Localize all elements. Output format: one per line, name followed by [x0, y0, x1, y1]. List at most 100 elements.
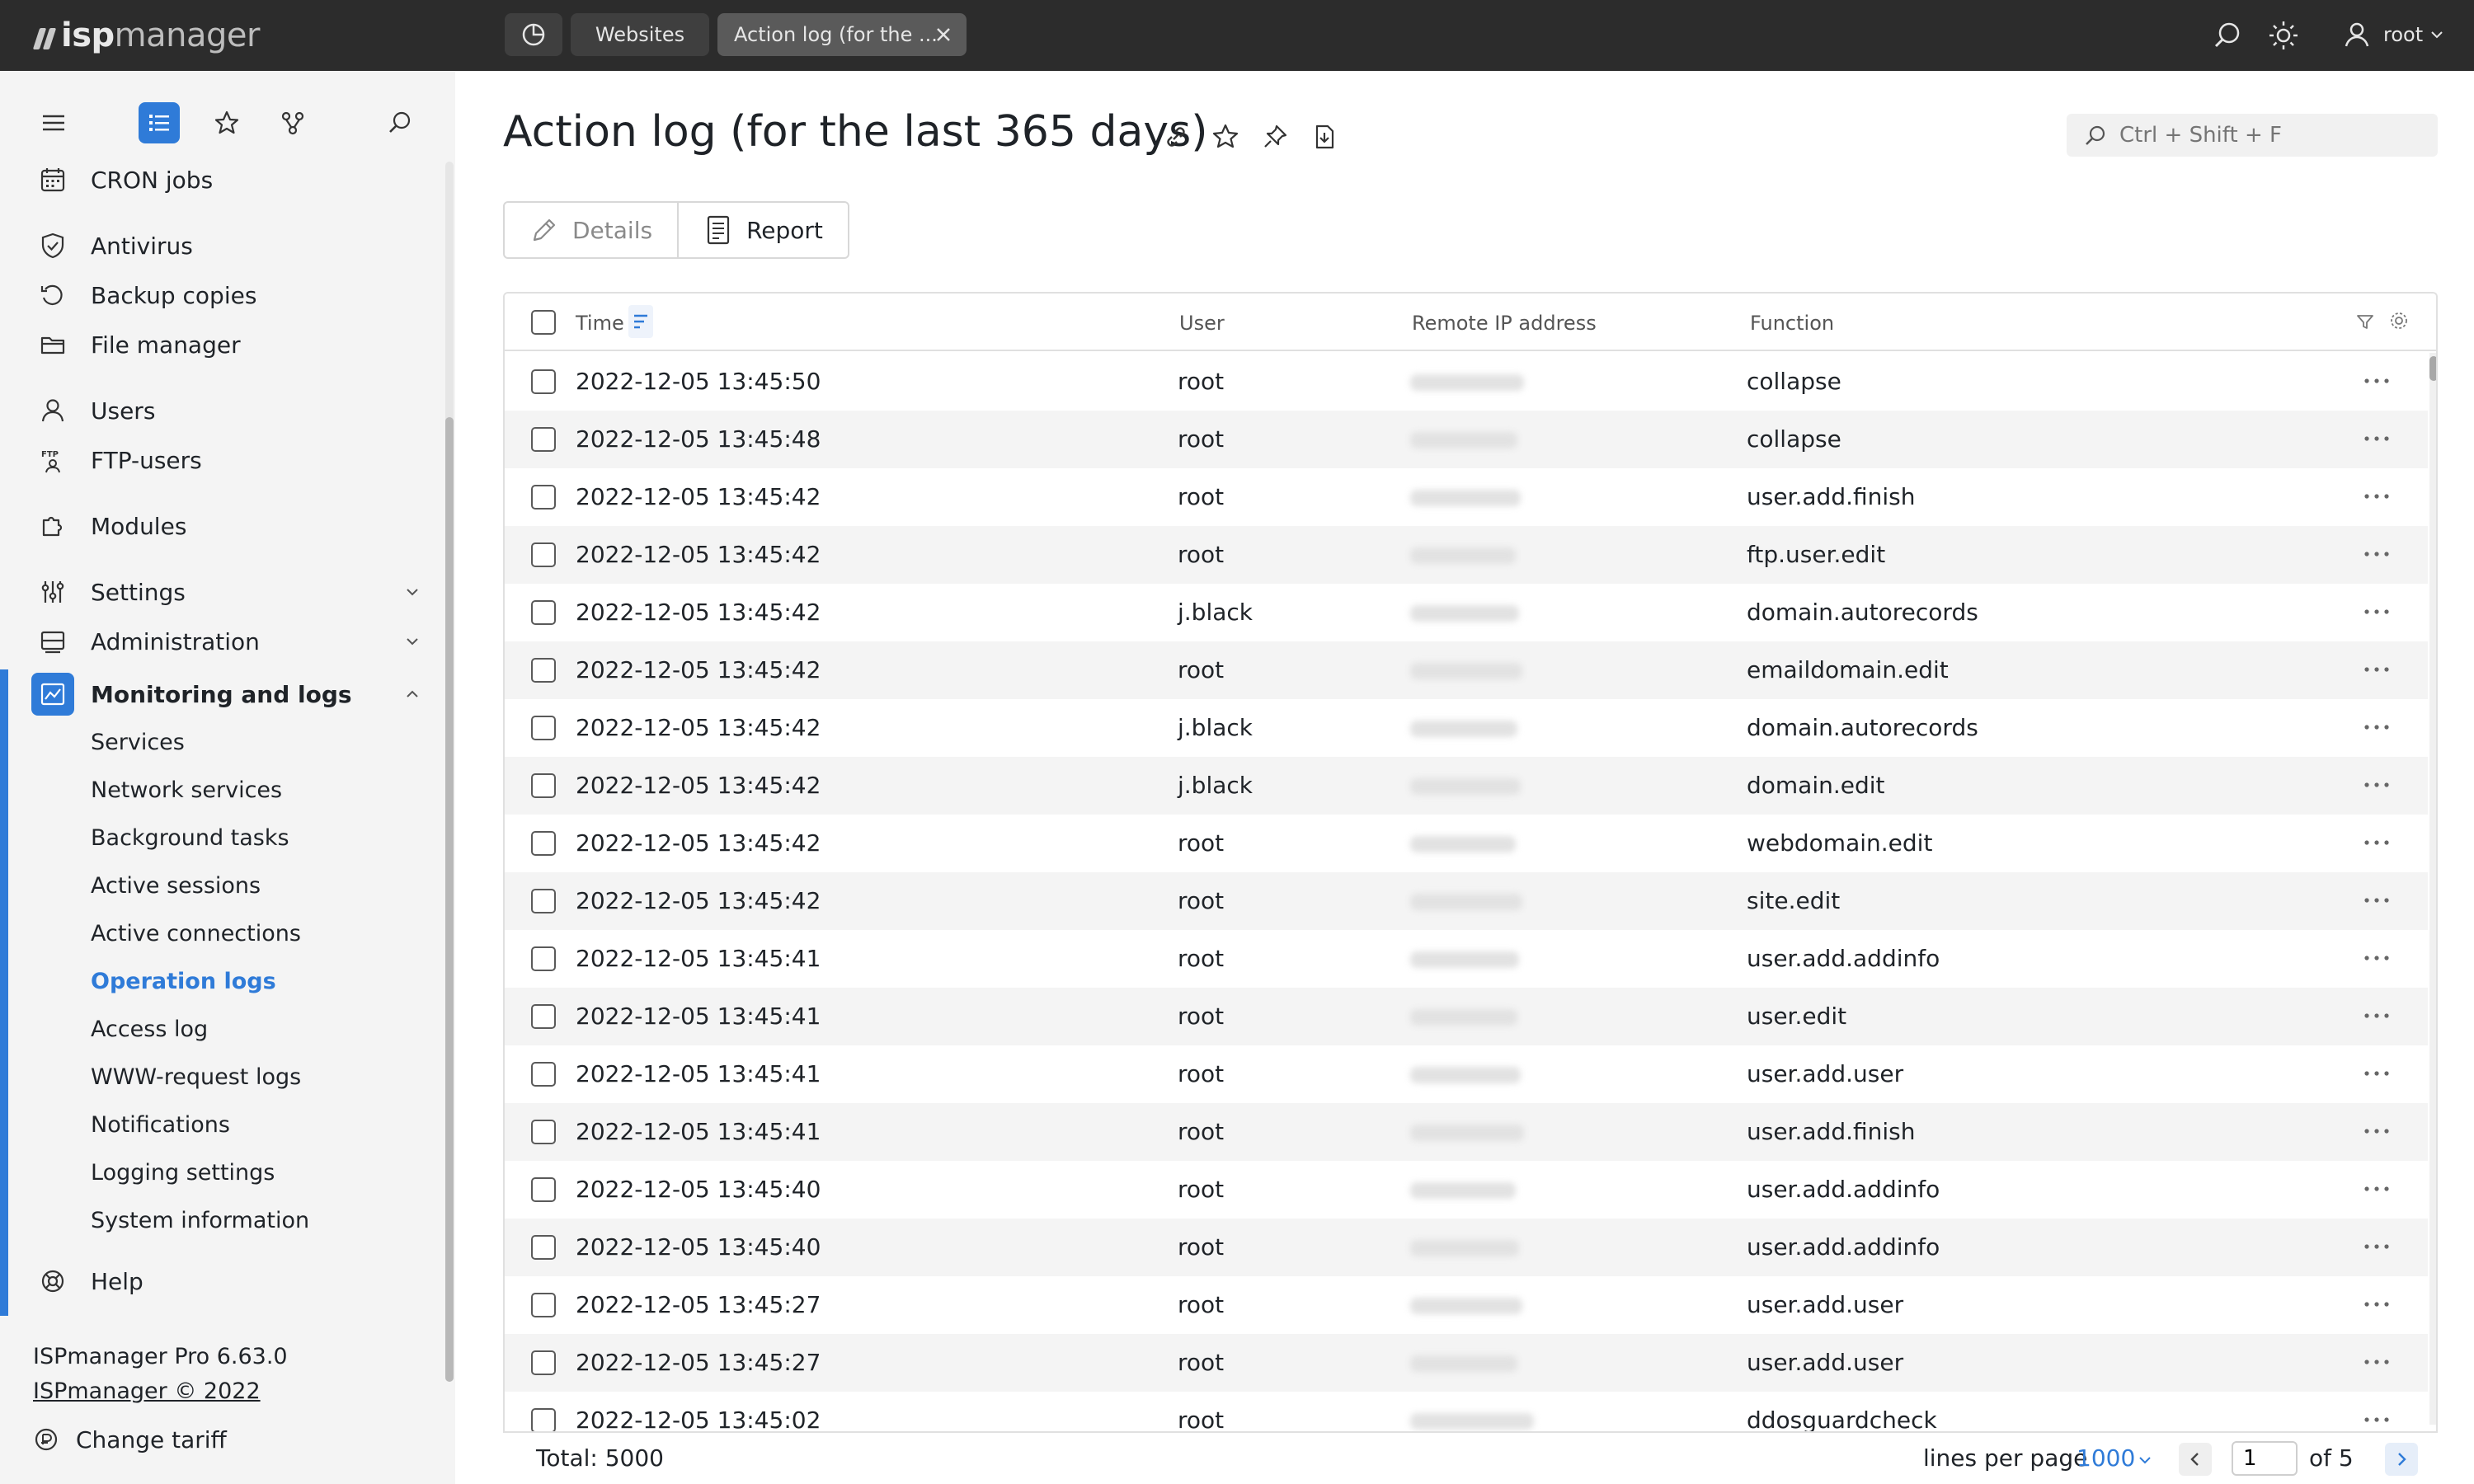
- column-header-function[interactable]: Function: [1750, 312, 1834, 335]
- pin-icon[interactable]: [1260, 122, 1290, 152]
- table-row[interactable]: 2022-12-05 13:45:42 root webdomain.edit: [505, 815, 2428, 872]
- table-row[interactable]: 2022-12-05 13:45:42 j.black domain.autorec…: [505, 699, 2428, 757]
- table-row[interactable]: 2022-12-05 13:45:40 root user.add.addinfo: [505, 1219, 2428, 1276]
- table-row[interactable]: 2022-12-05 13:45:41 root user.edit: [505, 988, 2428, 1045]
- sidebar-subitem-operation-logs[interactable]: Operation logs: [91, 961, 276, 1001]
- row-more-actions-icon[interactable]: [2360, 948, 2393, 968]
- sidebar-subitem-services[interactable]: Services: [91, 722, 185, 762]
- table-row[interactable]: 2022-12-05 13:45:48 root collapse: [505, 411, 2428, 468]
- row-checkbox[interactable]: [531, 600, 556, 625]
- table-row[interactable]: 2022-12-05 13:45:41 root user.add.finish: [505, 1103, 2428, 1161]
- sidebar-item-file-manager[interactable]: File manager: [0, 323, 437, 366]
- table-row[interactable]: 2022-12-05 13:45:27 root user.add.user: [505, 1276, 2428, 1334]
- close-tab-icon[interactable]: [932, 23, 955, 46]
- table-row[interactable]: 2022-12-05 13:45:27 root user.add.user: [505, 1334, 2428, 1392]
- lines-per-page-select[interactable]: 1000: [2077, 1444, 2135, 1472]
- row-checkbox[interactable]: [531, 369, 556, 394]
- tree-view-button[interactable]: [272, 102, 313, 143]
- sidebar-subitem-active-connections[interactable]: Active connections: [91, 913, 301, 953]
- sidebar-item-monitoring-and-logs[interactable]: Monitoring and logs: [0, 673, 437, 716]
- row-more-actions-icon[interactable]: [2360, 1006, 2393, 1026]
- row-checkbox[interactable]: [531, 427, 556, 452]
- row-checkbox[interactable]: [531, 889, 556, 913]
- dashboard-tab[interactable]: [505, 13, 562, 56]
- table-row[interactable]: 2022-12-05 13:45:42 j.black domain.autorec…: [505, 584, 2428, 641]
- global-search-icon[interactable]: [2210, 18, 2245, 53]
- details-button[interactable]: Details: [505, 203, 677, 257]
- row-checkbox[interactable]: [531, 1177, 556, 1202]
- user-menu[interactable]: root: [2342, 16, 2444, 53]
- sidebar-item-backup-copies[interactable]: Backup copies: [0, 274, 437, 317]
- row-more-actions-icon[interactable]: [2360, 660, 2393, 679]
- table-row[interactable]: 2022-12-05 13:45:42 j.black domain.edit: [505, 757, 2428, 815]
- sidebar-subitem-access-log[interactable]: Access log: [91, 1009, 208, 1049]
- table-row[interactable]: 2022-12-05 13:45:50 root collapse: [505, 353, 2428, 411]
- row-more-actions-icon[interactable]: [2360, 1121, 2393, 1141]
- row-checkbox[interactable]: [531, 946, 556, 971]
- row-more-actions-icon[interactable]: [2360, 602, 2393, 622]
- select-all-checkbox[interactable]: [531, 310, 556, 335]
- row-more-actions-icon[interactable]: [2360, 371, 2393, 391]
- next-page-button[interactable]: [2385, 1443, 2418, 1476]
- table-row[interactable]: 2022-12-05 13:45:41 root user.add.user: [505, 1045, 2428, 1103]
- tab-websites[interactable]: Websites: [571, 13, 709, 56]
- row-checkbox[interactable]: [531, 1350, 556, 1375]
- table-row[interactable]: 2022-12-05 13:45:42 root site.edit: [505, 872, 2428, 930]
- row-checkbox[interactable]: [531, 485, 556, 510]
- row-more-actions-icon[interactable]: [2360, 1237, 2393, 1256]
- sidebar-scrollbar-thumb[interactable]: [445, 417, 454, 1382]
- row-checkbox[interactable]: [531, 1293, 556, 1317]
- column-header-remote-ip[interactable]: Remote IP address: [1412, 312, 1597, 335]
- row-checkbox[interactable]: [531, 1062, 556, 1087]
- row-checkbox[interactable]: [531, 773, 556, 798]
- sidebar-item-users[interactable]: Users: [0, 389, 437, 432]
- row-more-actions-icon[interactable]: [2360, 486, 2393, 506]
- filter-icon[interactable]: [2355, 312, 2375, 331]
- export-icon[interactable]: [1310, 122, 1339, 152]
- theme-sun-icon[interactable]: [2266, 18, 2301, 53]
- sidebar-item-cron-jobs[interactable]: CRON jobs: [0, 158, 437, 201]
- hamburger-menu-button[interactable]: [33, 102, 74, 143]
- copyright-link[interactable]: ISPmanager © 2022: [33, 1378, 261, 1404]
- sidebar-item-antivirus[interactable]: Antivirus: [0, 224, 437, 267]
- page-number-input[interactable]: [2232, 1441, 2298, 1476]
- row-more-actions-icon[interactable]: [2360, 429, 2393, 448]
- change-tariff-button[interactable]: Change tariff: [0, 1418, 437, 1461]
- row-more-actions-icon[interactable]: [2360, 544, 2393, 564]
- row-more-actions-icon[interactable]: [2360, 1352, 2393, 1372]
- sidebar-subitem-logging-settings[interactable]: Logging settings: [91, 1153, 275, 1192]
- search-input[interactable]: [2119, 123, 2433, 148]
- row-checkbox[interactable]: [531, 1120, 556, 1144]
- table-row[interactable]: 2022-12-05 13:45:40 root user.add.addinfo: [505, 1161, 2428, 1219]
- sidebar-subitem-system-information[interactable]: System information: [91, 1200, 309, 1240]
- row-more-actions-icon[interactable]: [2360, 1294, 2393, 1314]
- row-checkbox[interactable]: [531, 1004, 556, 1029]
- row-more-actions-icon[interactable]: [2360, 1064, 2393, 1083]
- row-more-actions-icon[interactable]: [2360, 775, 2393, 795]
- table-row[interactable]: 2022-12-05 13:45:42 root ftp.user.edit: [505, 526, 2428, 584]
- row-more-actions-icon[interactable]: [2360, 1179, 2393, 1199]
- row-more-actions-icon[interactable]: [2360, 1410, 2393, 1430]
- sidebar-item-modules[interactable]: Modules: [0, 505, 437, 547]
- prev-page-button[interactable]: [2179, 1443, 2212, 1476]
- row-more-actions-icon[interactable]: [2360, 833, 2393, 852]
- row-checkbox[interactable]: [531, 658, 556, 683]
- row-checkbox[interactable]: [531, 716, 556, 740]
- column-header-user[interactable]: User: [1179, 312, 1225, 335]
- link-icon[interactable]: [1161, 122, 1191, 152]
- row-checkbox[interactable]: [531, 1235, 556, 1260]
- sidebar-subitem-www-request-logs[interactable]: WWW-request logs: [91, 1057, 301, 1097]
- sidebar-item-administration[interactable]: Administration: [0, 620, 437, 663]
- row-checkbox[interactable]: [531, 831, 556, 856]
- row-more-actions-icon[interactable]: [2360, 890, 2393, 910]
- tab-action-log[interactable]: Action log (for the ...: [717, 13, 967, 56]
- menu-list-button[interactable]: [139, 102, 180, 143]
- chevron-down-icon[interactable]: [2136, 1451, 2154, 1469]
- row-more-actions-icon[interactable]: [2360, 717, 2393, 737]
- sidebar-subitem-background-tasks[interactable]: Background tasks: [91, 818, 289, 857]
- report-button[interactable]: Report: [677, 203, 848, 257]
- sort-icon[interactable]: [628, 305, 653, 338]
- sidebar-subitem-active-sessions[interactable]: Active sessions: [91, 866, 261, 905]
- table-scrollbar-thumb[interactable]: [2429, 356, 2436, 381]
- row-checkbox[interactable]: [531, 1408, 556, 1433]
